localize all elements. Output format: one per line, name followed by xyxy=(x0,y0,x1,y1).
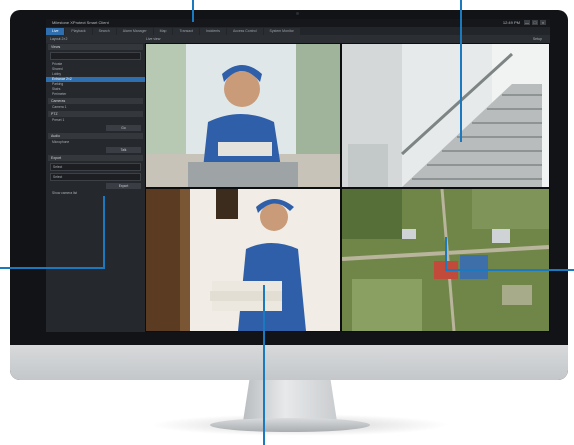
camera-item[interactable]: Camera 1 xyxy=(46,105,145,110)
audio-item[interactable]: Microphone xyxy=(46,140,145,145)
export-select[interactable]: Select xyxy=(50,163,141,171)
callout-line-tabs xyxy=(192,0,194,22)
clock: 12:49 PM xyxy=(502,20,520,25)
tab-system-monitor[interactable]: System Monitor xyxy=(263,27,300,35)
ptz-preset-item[interactable]: Preset 1 xyxy=(46,118,145,123)
export-header[interactable]: Export xyxy=(48,155,143,161)
minimize-button[interactable]: — xyxy=(524,20,530,25)
camera-view-1[interactable] xyxy=(146,44,340,187)
callout-line-bottom xyxy=(263,285,265,445)
ptz-header[interactable]: PTZ xyxy=(48,111,143,117)
tab-transact[interactable]: Transact xyxy=(173,27,199,35)
monitor-screen: Milestone XProtect Smart Client 12:49 PM… xyxy=(46,19,550,332)
tab-playback[interactable]: Playback xyxy=(65,27,92,35)
export-button[interactable]: Export xyxy=(106,183,141,189)
talk-button[interactable]: Talk xyxy=(106,147,141,153)
view-name: Live view xyxy=(146,37,161,41)
maximize-button[interactable]: □ xyxy=(532,20,538,25)
camera-feed-delivery-door xyxy=(146,44,340,187)
show-camera-list-option[interactable]: Show camera list xyxy=(46,191,145,196)
tree-item[interactable]: Perimeter xyxy=(46,92,145,97)
cameras-header[interactable]: Cameras xyxy=(48,98,143,104)
camera-grid xyxy=(145,43,550,332)
callout-line-sidebar-h xyxy=(0,267,105,269)
audio-header[interactable]: Audio xyxy=(48,133,143,139)
camera-view-2[interactable] xyxy=(342,44,549,187)
monitor-stand-base xyxy=(210,418,370,432)
callout-line-sidebar-v xyxy=(103,196,105,268)
toolbar: Layout 2×2 Live view Setup xyxy=(46,35,550,43)
tab-access-control[interactable]: Access Control xyxy=(226,27,263,35)
tab-live[interactable]: Live xyxy=(46,27,65,35)
title-bar: Milestone XProtect Smart Client 12:49 PM… xyxy=(46,19,550,27)
camera-view-3[interactable] xyxy=(146,189,340,331)
views-search-input[interactable] xyxy=(50,52,141,60)
sidebar: Views Private Shared Lobby Entrance 2×2 … xyxy=(46,43,145,332)
tab-incidents[interactable]: Incidents xyxy=(199,27,226,35)
setup-button[interactable]: Setup xyxy=(533,35,542,43)
camera-feed-stairs xyxy=(342,44,549,187)
camera-feed-delivery-boxes xyxy=(146,189,340,331)
callout-line-map-v xyxy=(445,237,447,270)
callout-line-stairs xyxy=(460,0,462,142)
export-select-2[interactable]: Select xyxy=(50,173,141,181)
callout-line-map-h xyxy=(445,269,574,271)
app-title: Milestone XProtect Smart Client xyxy=(52,20,109,25)
tab-map[interactable]: Map xyxy=(153,27,173,35)
tab-bar: Live Playback Search Alarm Manager Map T… xyxy=(46,27,550,35)
layout-selector[interactable]: Layout 2×2 xyxy=(50,35,67,43)
monitor-chin xyxy=(10,345,568,380)
tab-alarm-manager[interactable]: Alarm Manager xyxy=(116,27,153,35)
views-header[interactable]: Views xyxy=(48,44,143,50)
tab-search[interactable]: Search xyxy=(92,27,116,35)
webcam-icon xyxy=(296,12,299,15)
ptz-go-button[interactable]: Go xyxy=(106,125,141,131)
close-button[interactable]: × xyxy=(540,20,546,25)
window-controls: — □ × xyxy=(524,20,546,25)
